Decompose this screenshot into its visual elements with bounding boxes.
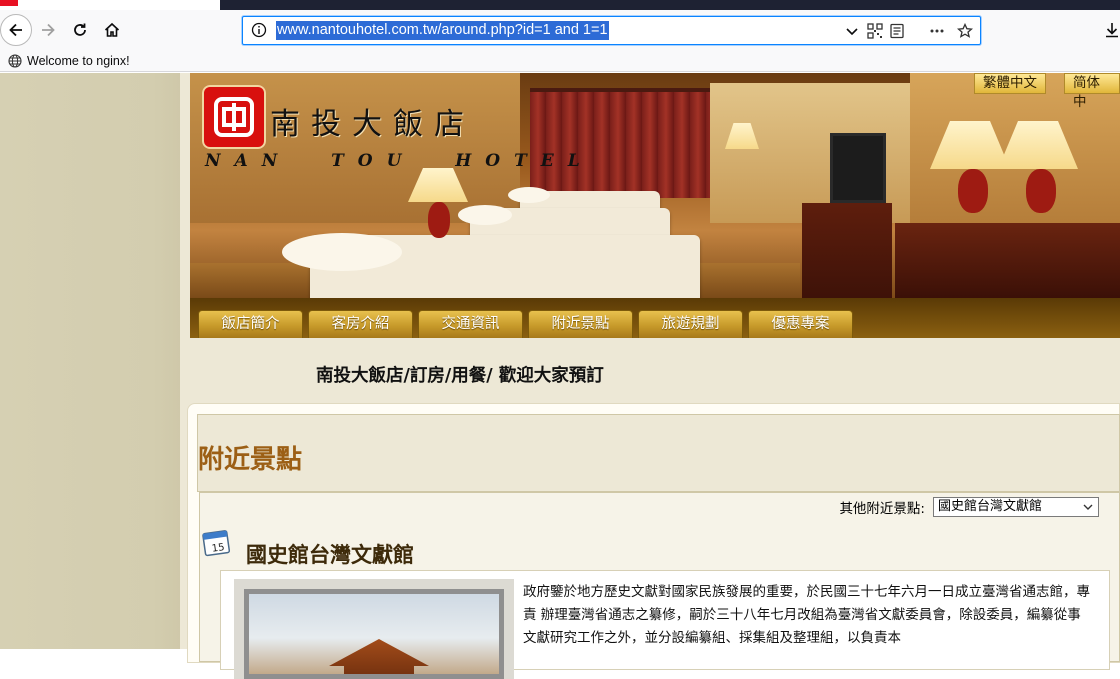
reload-icon <box>74 23 86 36</box>
info-icon[interactable] <box>251 22 267 38</box>
bookmark-item[interactable]: Welcome to nginx! <box>8 52 130 70</box>
downloads-button[interactable] <box>1098 16 1120 44</box>
more-actions-icon[interactable] <box>929 23 945 39</box>
arrow-right-icon <box>42 23 55 37</box>
site-slogan: 南投大飯店/訂房/用餐/ 歡迎大家預訂 <box>316 366 604 386</box>
site-container: 南投大飯店 NAN TOU HOTEL 繁體中文 简体中 飯店簡介 客房介紹 交… <box>180 73 1120 679</box>
main-nav: 飯店簡介 客房介紹 交通資訊 附近景點 旅遊規劃 優惠專案 <box>190 298 1120 338</box>
arrow-left-icon <box>9 23 22 37</box>
window-titlebar <box>220 0 1120 10</box>
attraction-content: 政府鑒於地方歷史文獻對國家民族發展的重要，於民國三十七年六月一日成立臺灣省通志館… <box>220 570 1110 679</box>
hotel-name-english: NAN TOU HOTEL <box>205 151 594 171</box>
section-title: 附近景點 <box>198 445 303 475</box>
home-button[interactable] <box>98 16 126 44</box>
attraction-filter: 其他附近景點: 國史館台灣文獻館 <box>839 497 1099 517</box>
attraction-select-value: 國史館台灣文獻館 <box>938 499 1043 514</box>
banner-cabinet <box>802 203 892 298</box>
browser-toolbar: www.nantouhotel.com.tw/around.php?id=1 a… <box>0 10 1120 50</box>
header-banner: 南投大飯店 NAN TOU HOTEL 繁體中文 简体中 <box>190 73 1120 298</box>
traditional-chinese-button[interactable]: 繁體中文 <box>974 73 1046 94</box>
attraction-title: 國史館台灣文獻館 <box>246 543 414 567</box>
download-icon <box>1106 23 1118 38</box>
attraction-photo <box>244 589 504 679</box>
section-header: 附近景點 <box>197 414 1120 492</box>
attraction-description: 政府鑒於地方歷史文獻對國家民族發展的重要，於民國三十七年六月一日成立臺灣省通志館… <box>523 584 1090 646</box>
qr-code-icon[interactable] <box>867 23 883 39</box>
hotel-name-chinese: 南投大飯店 <box>270 107 475 142</box>
banner-tv <box>830 133 886 203</box>
banner-desk <box>895 223 1120 298</box>
bookmark-star-icon[interactable] <box>957 23 973 39</box>
address-bar[interactable]: www.nantouhotel.com.tw/around.php?id=1 a… <box>242 16 981 45</box>
globe-icon <box>8 54 22 68</box>
attraction-panel: 其他附近景點: 國史館台灣文獻館 15 國史館台灣文獻館 政府鑒於地方歷史文獻對… <box>199 492 1120 679</box>
reload-button[interactable] <box>66 16 94 44</box>
nav-item-travel-plans[interactable]: 旅遊規劃 <box>638 310 743 338</box>
calendar-icon: 15 <box>202 530 231 557</box>
forward-button[interactable] <box>34 16 62 44</box>
home-icon <box>104 22 120 37</box>
back-button[interactable] <box>0 14 32 46</box>
web-page: 南投大飯店 NAN TOU HOTEL 繁體中文 简体中 飯店簡介 客房介紹 交… <box>0 73 1120 679</box>
nav-item-promotions[interactable]: 優惠專案 <box>748 310 853 338</box>
banner-pillow <box>508 187 550 203</box>
simplified-chinese-button[interactable]: 简体中 <box>1064 73 1120 110</box>
bookmarks-toolbar: Welcome to nginx! <box>0 50 1120 72</box>
nav-item-attractions[interactable]: 附近景點 <box>528 310 633 338</box>
window-top-strip <box>0 0 1120 10</box>
svg-text:15: 15 <box>211 542 225 555</box>
reader-view-icon[interactable] <box>889 23 905 39</box>
attraction-photo-frame <box>234 579 514 679</box>
nav-item-transport[interactable]: 交通資訊 <box>418 310 523 338</box>
building-roof <box>329 639 429 674</box>
chevron-down-icon[interactable] <box>844 23 860 39</box>
nav-item-about[interactable]: 飯店簡介 <box>198 310 303 338</box>
page-left-margin <box>0 73 180 649</box>
banner-lamp-base <box>428 202 450 238</box>
logo-emblem-icon <box>214 97 254 137</box>
banner-pillow <box>282 233 402 271</box>
attraction-select[interactable]: 國史館台灣文獻館 <box>933 497 1099 517</box>
nav-item-rooms[interactable]: 客房介紹 <box>308 310 413 338</box>
banner-lamp-base <box>958 169 988 213</box>
filter-label: 其他附近景點: <box>839 501 925 517</box>
bookmark-label: Welcome to nginx! <box>27 54 130 68</box>
banner-pillow <box>458 205 512 225</box>
window-close-corner[interactable] <box>0 0 18 6</box>
chevron-down-icon <box>1083 504 1093 510</box>
url-text[interactable]: www.nantouhotel.com.tw/around.php?id=1 a… <box>276 21 609 40</box>
banner-curtain <box>530 88 710 198</box>
banner-lamp-base <box>1026 169 1056 213</box>
hotel-logo[interactable] <box>202 85 266 149</box>
